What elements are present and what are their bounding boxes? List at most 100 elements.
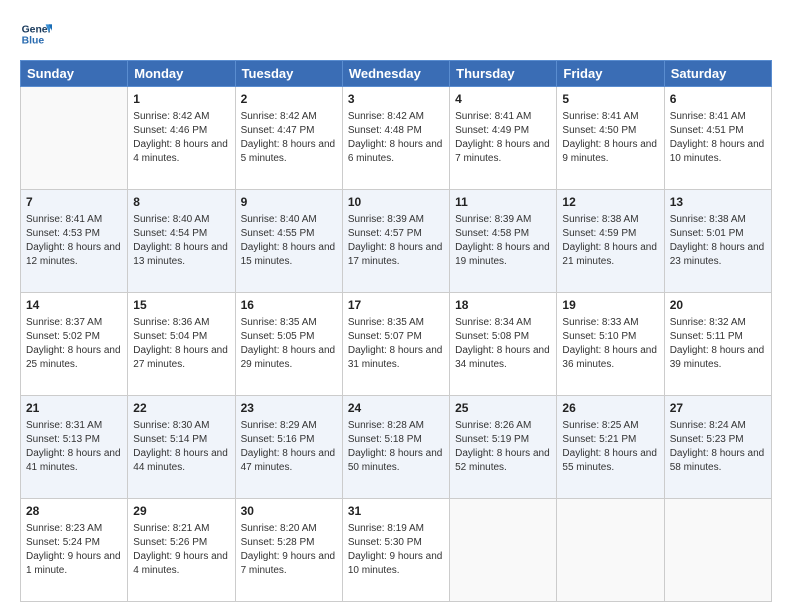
day-number: 9 bbox=[241, 194, 337, 211]
calendar-cell: 22Sunrise: 8:30 AMSunset: 5:14 PMDayligh… bbox=[128, 396, 235, 499]
sunrise-text: Sunrise: 8:30 AM bbox=[133, 420, 209, 431]
sunset-text: Sunset: 5:01 PM bbox=[670, 228, 744, 239]
sunrise-text: Sunrise: 8:40 AM bbox=[133, 214, 209, 225]
sunset-text: Sunset: 5:23 PM bbox=[670, 434, 744, 445]
day-number: 4 bbox=[455, 91, 551, 108]
daylight-text: Daylight: 8 hours and 15 minutes. bbox=[241, 242, 336, 267]
sunset-text: Sunset: 5:26 PM bbox=[133, 537, 207, 548]
day-number: 30 bbox=[241, 503, 337, 520]
day-number: 13 bbox=[670, 194, 766, 211]
day-number: 5 bbox=[562, 91, 658, 108]
daylight-text: Daylight: 8 hours and 6 minutes. bbox=[348, 139, 443, 164]
calendar-cell: 24 Sunrise: 8:28 AM Sunset: 5:18 PM Dayligh… bbox=[342, 396, 449, 499]
day-number: 18 bbox=[455, 297, 551, 314]
sunset-text: Sunset: 5:10 PM bbox=[562, 331, 636, 342]
daylight-text: Daylight: 8 hours and 52 minutes. bbox=[455, 448, 550, 473]
sunset-text: Sunset: 4:50 PM bbox=[562, 125, 636, 136]
sunrise-text: Sunrise: 8:31 AM bbox=[26, 420, 102, 431]
header: General Blue bbox=[20, 18, 772, 50]
sunrise-text: Sunrise: 8:41 AM bbox=[26, 214, 102, 225]
calendar-cell: 31Sunrise: 8:19 AMSunset: 5:30 PMDayligh… bbox=[342, 499, 449, 602]
sunset-text: Sunset: 5:19 PM bbox=[455, 434, 529, 445]
sunrise-text: Sunrise: 8:42 AM bbox=[241, 111, 317, 122]
sunset-text: Sunset: 5:05 PM bbox=[241, 331, 315, 342]
daylight-text: Daylight: 8 hours and 29 minutes. bbox=[241, 345, 336, 370]
calendar-cell: 23Sunrise: 8:29 AMSunset: 5:16 PMDayligh… bbox=[235, 396, 342, 499]
sunrise-text: Sunrise: 8:32 AM bbox=[670, 317, 746, 328]
daylight-text: Daylight: 9 hours and 1 minute. bbox=[26, 551, 121, 576]
sunrise-text: Sunrise: 8:38 AM bbox=[562, 214, 638, 225]
sunset-text: Sunset: 4:49 PM bbox=[455, 125, 529, 136]
day-number: 19 bbox=[562, 297, 658, 314]
daylight-text: Daylight: 8 hours and 58 minutes. bbox=[670, 448, 765, 473]
sunset-text: Sunset: 4:59 PM bbox=[562, 228, 636, 239]
calendar-cell: 9Sunrise: 8:40 AMSunset: 4:55 PMDaylight… bbox=[235, 190, 342, 293]
week-row-1: 7Sunrise: 8:41 AMSunset: 4:53 PMDaylight… bbox=[21, 190, 772, 293]
calendar-cell: 11Sunrise: 8:39 AMSunset: 4:58 PMDayligh… bbox=[450, 190, 557, 293]
calendar-cell: 30Sunrise: 8:20 AMSunset: 5:28 PMDayligh… bbox=[235, 499, 342, 602]
daylight-text: Daylight: 8 hours and 44 minutes. bbox=[133, 448, 228, 473]
sunrise-text: Sunrise: 8:39 AM bbox=[455, 214, 531, 225]
daylight-text: Daylight: 8 hours and 13 minutes. bbox=[133, 242, 228, 267]
daylight-text: Daylight: 8 hours and 34 minutes. bbox=[455, 345, 550, 370]
day-number: 21 bbox=[26, 400, 122, 417]
calendar-cell: 5Sunrise: 8:41 AMSunset: 4:50 PMDaylight… bbox=[557, 87, 664, 190]
daylight-text: Daylight: 9 hours and 10 minutes. bbox=[348, 551, 443, 576]
daylight-text: Daylight: 9 hours and 4 minutes. bbox=[133, 551, 228, 576]
calendar-cell: 15Sunrise: 8:36 AMSunset: 5:04 PMDayligh… bbox=[128, 293, 235, 396]
calendar-cell: 14Sunrise: 8:37 AMSunset: 5:02 PMDayligh… bbox=[21, 293, 128, 396]
sunset-text: Sunset: 5:28 PM bbox=[241, 537, 315, 548]
daylight-text: Daylight: 8 hours and 41 minutes. bbox=[26, 448, 121, 473]
sunrise-text: Sunrise: 8:41 AM bbox=[670, 111, 746, 122]
svg-text:Blue: Blue bbox=[22, 36, 45, 47]
calendar-cell: 28Sunrise: 8:23 AMSunset: 5:24 PMDayligh… bbox=[21, 499, 128, 602]
day-number: 20 bbox=[670, 297, 766, 314]
daylight-text: Daylight: 8 hours and 21 minutes. bbox=[562, 242, 657, 267]
page: General Blue SundayMondayTuesdayWednesda… bbox=[0, 0, 792, 612]
calendar-cell: 26Sunrise: 8:25 AMSunset: 5:21 PMDayligh… bbox=[557, 396, 664, 499]
sunrise-text: Sunrise: 8:19 AM bbox=[348, 523, 424, 534]
calendar-cell bbox=[557, 499, 664, 602]
daylight-text: Daylight: 8 hours and 12 minutes. bbox=[26, 242, 121, 267]
sunset-text: Sunset: 4:47 PM bbox=[241, 125, 315, 136]
day-number: 2 bbox=[241, 91, 337, 108]
day-number: 11 bbox=[455, 194, 551, 211]
sunset-text: Sunset: 4:54 PM bbox=[133, 228, 207, 239]
day-number: 12 bbox=[562, 194, 658, 211]
calendar-table: SundayMondayTuesdayWednesdayThursdayFrid… bbox=[20, 60, 772, 602]
sunset-text: Sunset: 5:18 PM bbox=[348, 434, 422, 445]
day-number: 29 bbox=[133, 503, 229, 520]
sunset-text: Sunset: 5:07 PM bbox=[348, 331, 422, 342]
sunset-text: Sunset: 5:14 PM bbox=[133, 434, 207, 445]
calendar-cell: 4Sunrise: 8:41 AMSunset: 4:49 PMDaylight… bbox=[450, 87, 557, 190]
day-number: 31 bbox=[348, 503, 444, 520]
sunrise-text: Sunrise: 8:39 AM bbox=[348, 214, 424, 225]
day-number: 8 bbox=[133, 194, 229, 211]
sunrise-text: Sunrise: 8:29 AM bbox=[241, 420, 317, 431]
daylight-text: Daylight: 8 hours and 27 minutes. bbox=[133, 345, 228, 370]
day-number: 28 bbox=[26, 503, 122, 520]
day-number: 16 bbox=[241, 297, 337, 314]
day-number: 24 bbox=[348, 400, 444, 417]
daylight-text: Daylight: 8 hours and 23 minutes. bbox=[670, 242, 765, 267]
sunrise-text: Sunrise: 8:28 AM bbox=[348, 420, 424, 431]
sunrise-text: Sunrise: 8:34 AM bbox=[455, 317, 531, 328]
day-number: 15 bbox=[133, 297, 229, 314]
calendar-cell: 29Sunrise: 8:21 AMSunset: 5:26 PMDayligh… bbox=[128, 499, 235, 602]
week-row-0: 1Sunrise: 8:42 AMSunset: 4:46 PMDaylight… bbox=[21, 87, 772, 190]
weekday-header-thursday: Thursday bbox=[450, 61, 557, 87]
weekday-header-saturday: Saturday bbox=[664, 61, 771, 87]
calendar-cell: 2Sunrise: 8:42 AMSunset: 4:47 PMDaylight… bbox=[235, 87, 342, 190]
weekday-header-sunday: Sunday bbox=[21, 61, 128, 87]
calendar-cell bbox=[21, 87, 128, 190]
weekday-header-monday: Monday bbox=[128, 61, 235, 87]
logo: General Blue bbox=[20, 18, 54, 50]
weekday-header-wednesday: Wednesday bbox=[342, 61, 449, 87]
calendar-cell: 16 Sunrise: 8:35 AM Sunset: 5:05 PM Dayligh… bbox=[235, 293, 342, 396]
sunset-text: Sunset: 4:58 PM bbox=[455, 228, 529, 239]
daylight-text: Daylight: 8 hours and 50 minutes. bbox=[348, 448, 443, 473]
daylight-text: Daylight: 8 hours and 39 minutes. bbox=[670, 345, 765, 370]
calendar-cell: 7Sunrise: 8:41 AMSunset: 4:53 PMDaylight… bbox=[21, 190, 128, 293]
sunrise-text: Sunrise: 8:35 AM bbox=[241, 317, 317, 328]
sunset-text: Sunset: 5:08 PM bbox=[455, 331, 529, 342]
